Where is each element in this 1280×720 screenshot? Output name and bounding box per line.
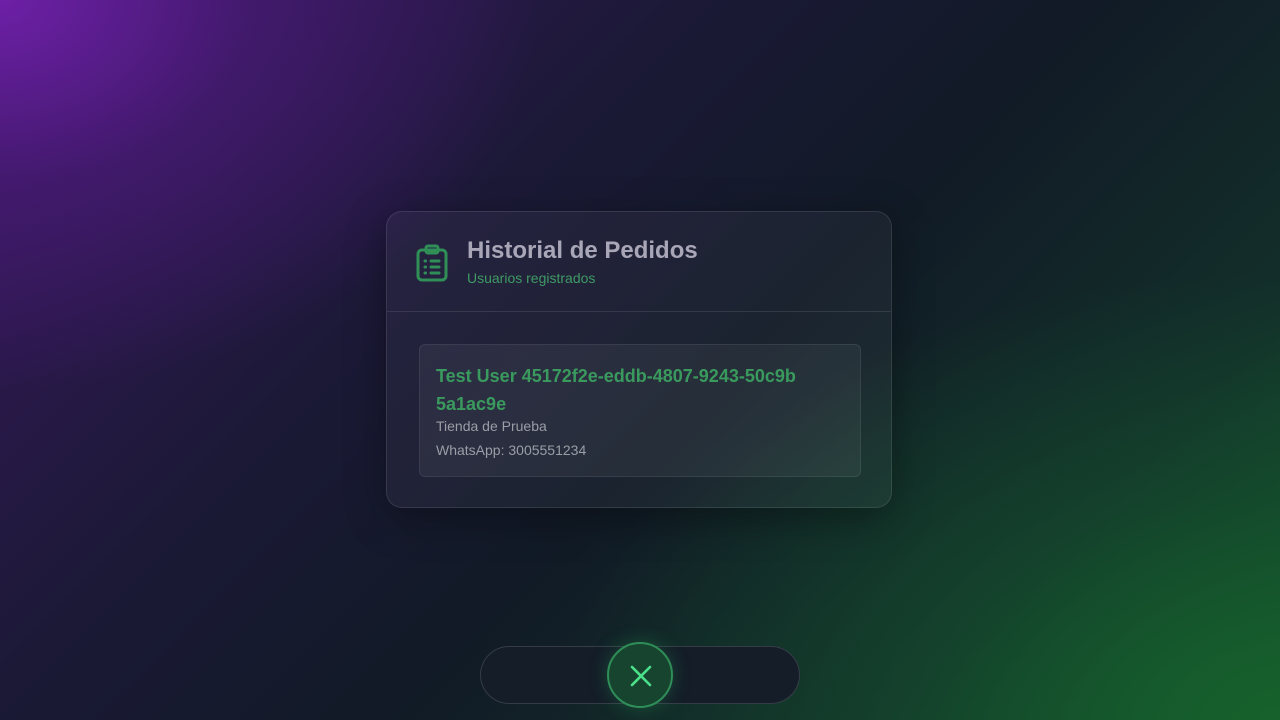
user-whatsapp: WhatsApp: 3005551234	[436, 442, 587, 458]
order-history-panel: Historial de Pedidos Usuarios registrado…	[386, 211, 892, 508]
user-list-item[interactable]: Test User 45172f2e-eddb-4807-9243-50c9b5…	[419, 344, 861, 477]
panel-header: Historial de Pedidos Usuarios registrado…	[387, 212, 891, 312]
close-icon	[630, 665, 652, 687]
user-store-name: Tienda de Prueba	[436, 418, 547, 434]
panel-title: Historial de Pedidos	[467, 237, 698, 264]
panel-subtitle: Usuarios registrados	[467, 270, 596, 286]
clipboard-list-icon	[416, 244, 448, 282]
user-name: Test User 45172f2e-eddb-4807-9243-50c9b5…	[436, 366, 796, 414]
close-button[interactable]	[607, 642, 673, 708]
